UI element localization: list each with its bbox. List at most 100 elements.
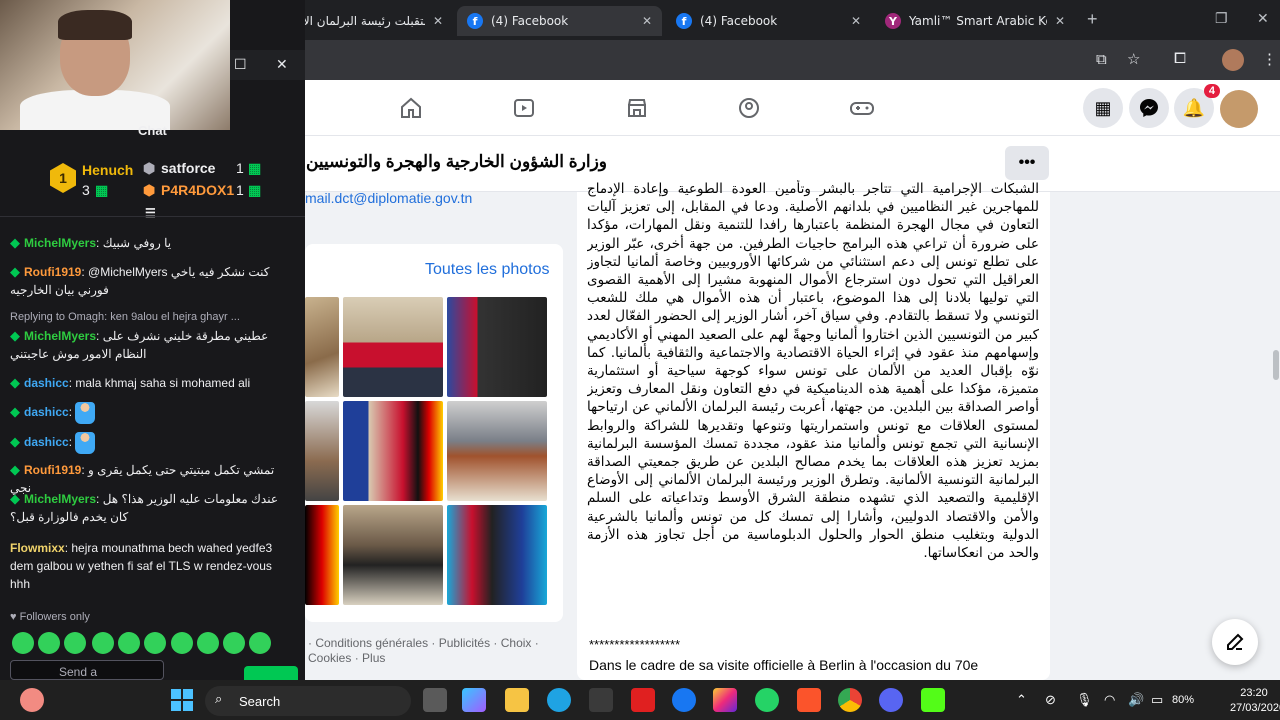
discord-icon[interactable] [879,688,903,712]
close-icon[interactable]: ✕ [642,14,652,28]
notification-badge: 4 [1203,84,1220,98]
chrome-icon[interactable] [838,688,862,712]
photo-thumbnail[interactable] [343,505,443,605]
volume-icon[interactable]: 🔊 [1128,692,1144,708]
emote-icon[interactable] [38,632,60,654]
task-view-icon[interactable] [423,688,447,712]
footer-links[interactable]: · Conditions générales · Publicités · Ch… [308,636,558,666]
rank-badge: 1 [50,163,76,193]
page-scrollbar[interactable] [1273,350,1279,380]
diamond-badge-icon: ◆ [10,491,20,506]
groups-icon[interactable] [735,94,763,122]
leaderboard-third-name: P4R4DOX1 [161,182,235,198]
instagram-icon[interactable] [713,688,737,712]
store-icon[interactable] [589,688,613,712]
search-icon: ⌕ [215,691,223,706]
photo-thumbnail[interactable] [343,401,443,501]
tab-title: (4) Facebook [700,14,778,28]
page-title: وزارة الشؤون الخارجية والهجرة والتونسيين… [305,152,607,171]
collapse-leaderboard-icon[interactable]: ☰ [145,206,156,220]
photo-thumbnail[interactable] [305,505,339,605]
tab-title: (4) Facebook [491,14,569,28]
close-window-icon[interactable]: ✕ [1257,10,1269,27]
chat-send-button[interactable] [244,666,298,680]
tab-facebook-active[interactable]: f (4) Facebook ✕ [457,6,662,36]
microphone-icon[interactable]: 🎙 [1076,692,1093,708]
contact-email-link[interactable]: mail.dct@diplomatie.gov.tn [305,190,472,206]
chat-message: ◆ dashicc: [10,432,295,454]
network-off-icon[interactable]: ⊘ [1045,692,1056,708]
menu-grid-icon[interactable]: ▦ [1083,88,1123,128]
emote-icon[interactable] [144,632,166,654]
taskbar-search-box[interactable] [205,686,411,716]
facebook-top-nav: ▦ 🔔 4 [305,80,1280,136]
photo-thumbnail[interactable] [447,297,547,397]
notifications-bell-icon[interactable]: 🔔 4 [1174,84,1220,128]
more-options-button[interactable]: ••• [1005,146,1049,180]
chat-message: Flowmixx: hejra mounathma bech wahed yed… [10,541,273,591]
all-photos-link[interactable]: Toutes les photos [425,261,550,279]
emote-icon[interactable] [64,632,86,654]
photo-thumbnail[interactable] [305,401,339,501]
diamond-badge-icon: ◆ [10,462,20,477]
restore-icon[interactable]: ❐ [1215,10,1228,27]
close-icon[interactable]: ✕ [433,14,443,28]
battery-icon[interactable]: ▭ [1151,692,1163,708]
kick-icon[interactable] [921,688,945,712]
chat-message: ◆ Roufi1919: @MichelMyers كنت نشكر فيه يا… [10,264,270,297]
photo-thumbnail[interactable] [447,401,547,501]
whatsapp-icon[interactable] [755,688,779,712]
bookmark-star-icon[interactable]: ☆ [1127,50,1140,68]
facebook-profile-avatar[interactable] [1220,90,1258,128]
brave-icon[interactable] [797,688,821,712]
file-explorer-icon[interactable] [505,688,529,712]
photo-thumbnail[interactable] [305,297,339,397]
windows-start-icon[interactable] [170,688,194,712]
tab-title: Yamli™ Smart Arabic Keyboa [909,14,1047,28]
emote-figure-icon [75,432,96,454]
emote-icon[interactable] [118,632,140,654]
new-message-button[interactable] [1212,619,1258,665]
emote-icon[interactable] [12,632,34,654]
rank-three-icon: ⬢ [143,182,156,198]
chat-input[interactable]: Send a [10,660,164,680]
photo-thumbnail[interactable] [343,297,443,397]
messenger-icon[interactable] [1129,88,1169,128]
show-hidden-icons[interactable]: ⌃ [1016,692,1027,708]
maximize-icon[interactable]: ☐ [234,56,247,73]
close-icon[interactable]: ✕ [1055,14,1065,28]
clock-date: 27/03/2026 [1230,702,1280,714]
weather-widget-icon[interactable] [20,688,44,712]
diamond-badge-icon: ◆ [10,264,20,279]
facebook-taskbar-icon[interactable] [672,688,696,712]
photo-thumbnail[interactable] [447,505,547,605]
chat-header: Chat [138,123,167,138]
close-icon[interactable]: ✕ [851,14,861,28]
system-clock[interactable]: 23:20 27/03/2026 [1230,686,1280,716]
gaming-icon[interactable] [848,94,876,122]
tab-yamli[interactable]: Y Yamli™ Smart Arabic Keyboa ✕ [875,6,1075,36]
edge-icon[interactable] [547,688,571,712]
browser-profile-avatar[interactable] [1222,49,1244,71]
emote-icon[interactable] [223,632,245,654]
tab-facebook[interactable]: f (4) Facebook ✕ [666,6,871,36]
emote-icon[interactable] [249,632,271,654]
emote-icon[interactable] [197,632,219,654]
install-app-icon[interactable]: ⧉ [1096,51,1107,68]
emote-icon[interactable] [92,632,114,654]
emote-icon[interactable] [171,632,193,654]
diamond-badge-icon: ◆ [10,375,20,390]
emote-figure-icon [75,402,96,424]
video-icon[interactable] [510,94,538,122]
close-popout-icon[interactable]: ✕ [276,56,288,73]
marketplace-icon[interactable] [623,94,651,122]
chat-message: ◆ MichelMyers: عطيني مطرقة خليني نشرف على… [10,328,269,361]
diamond-badge-icon: ◆ [10,235,20,250]
copilot-icon[interactable] [462,688,486,712]
wifi-icon[interactable]: ◠ [1104,692,1115,708]
browser-menu-icon[interactable]: ⋮ [1262,50,1277,68]
app-l-icon[interactable] [631,688,655,712]
new-tab-button[interactable]: + [1087,9,1098,30]
extensions-icon[interactable]: ⧠ [1174,50,1186,67]
home-icon[interactable] [397,94,425,122]
